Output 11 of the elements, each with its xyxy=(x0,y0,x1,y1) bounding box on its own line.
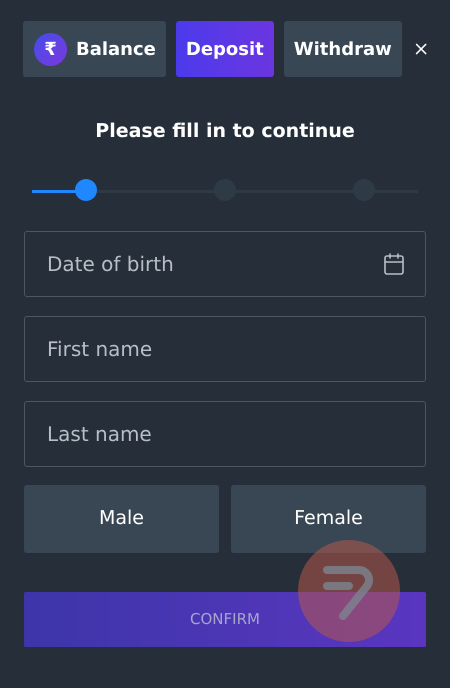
gender-option[interactable]: Female xyxy=(231,484,426,552)
form-title: Please fill in to continue xyxy=(95,119,355,144)
tab[interactable]: Deposit xyxy=(176,21,274,77)
calendar-icon[interactable] xyxy=(382,252,406,276)
text-field[interactable]: Last name xyxy=(24,400,426,466)
tab[interactable]: ₹ Balance xyxy=(23,21,166,77)
gender-option[interactable]: Male xyxy=(24,484,219,552)
date-field[interactable]: Date of birth xyxy=(24,230,426,296)
rupee-icon: ₹ xyxy=(34,32,67,66)
tab[interactable]: Withdraw xyxy=(284,21,402,77)
text-field[interactable]: First name xyxy=(24,316,426,382)
